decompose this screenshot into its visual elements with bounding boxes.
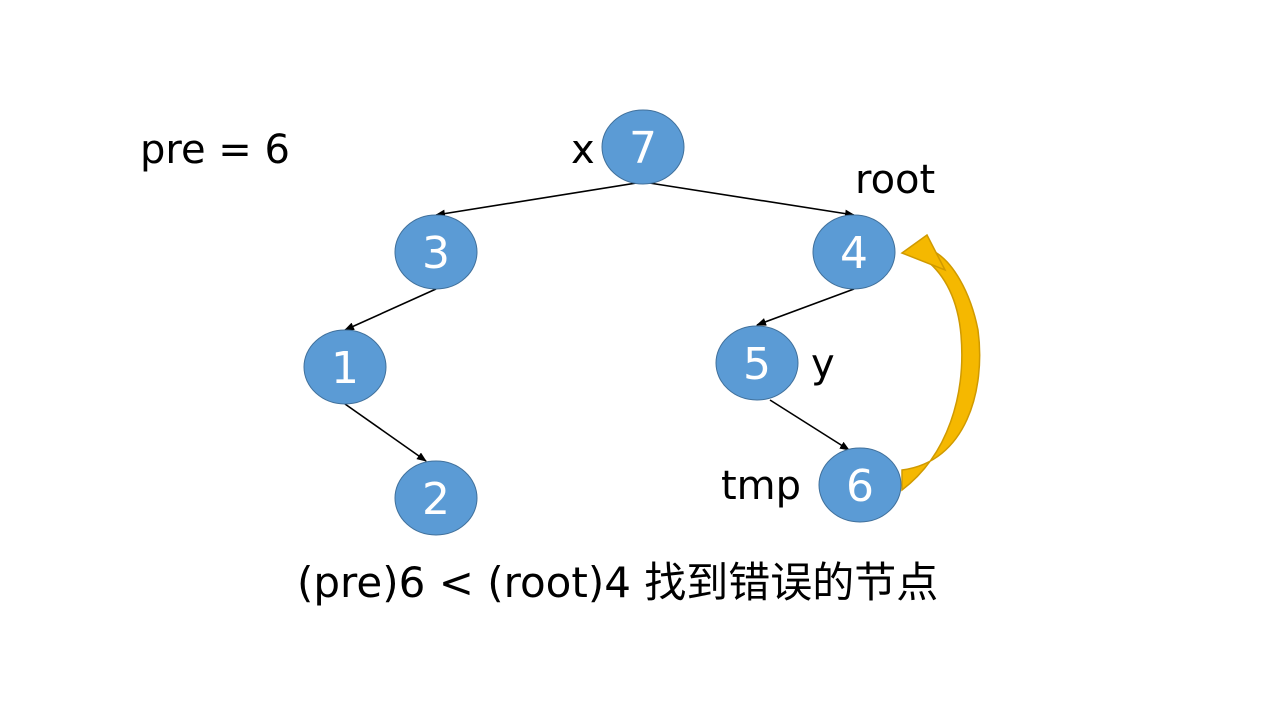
- node-7: 7: [601, 109, 685, 185]
- pointer-y-label: y: [811, 341, 835, 387]
- node-6: 6: [818, 447, 902, 523]
- caption: (pre)6 < (root)4 找到错误的节点: [297, 558, 939, 607]
- tree-nodes: 7 3 4 1 5 2 6: [303, 109, 902, 536]
- swap-arrow-head: [900, 233, 947, 272]
- node-6-value: 6: [846, 461, 874, 512]
- pointer-tmp-label: tmp: [721, 463, 802, 509]
- node-1: 1: [303, 329, 387, 405]
- swap-arrow-body: [901, 251, 981, 492]
- node-3: 3: [394, 214, 478, 290]
- node-1-value: 1: [331, 343, 359, 394]
- edge-7-4: [642, 181, 855, 218]
- node-4-value: 4: [840, 228, 868, 279]
- tree-diagram: 7 3 4 1 5 2 6: [303, 109, 981, 536]
- node-4: 4: [812, 214, 896, 290]
- edge-3-1: [344, 288, 437, 331]
- swap-arrow: [900, 233, 981, 492]
- edge-5-6: [769, 399, 850, 451]
- pointer-x-label: x: [571, 127, 595, 173]
- slide: pre = 6 7 3 4 1 5 2 6 x root y tmp (pre)…: [0, 0, 1280, 720]
- edge-7-3: [435, 181, 644, 218]
- node-2-value: 2: [422, 474, 450, 525]
- edge-4-5: [756, 288, 855, 326]
- node-7-value: 7: [629, 123, 657, 174]
- node-3-value: 3: [422, 228, 450, 279]
- pointer-root-label: root: [855, 157, 936, 203]
- node-2: 2: [394, 460, 478, 536]
- edge-1-2: [344, 403, 427, 462]
- node-5: 5: [715, 325, 799, 401]
- node-5-value: 5: [743, 339, 771, 390]
